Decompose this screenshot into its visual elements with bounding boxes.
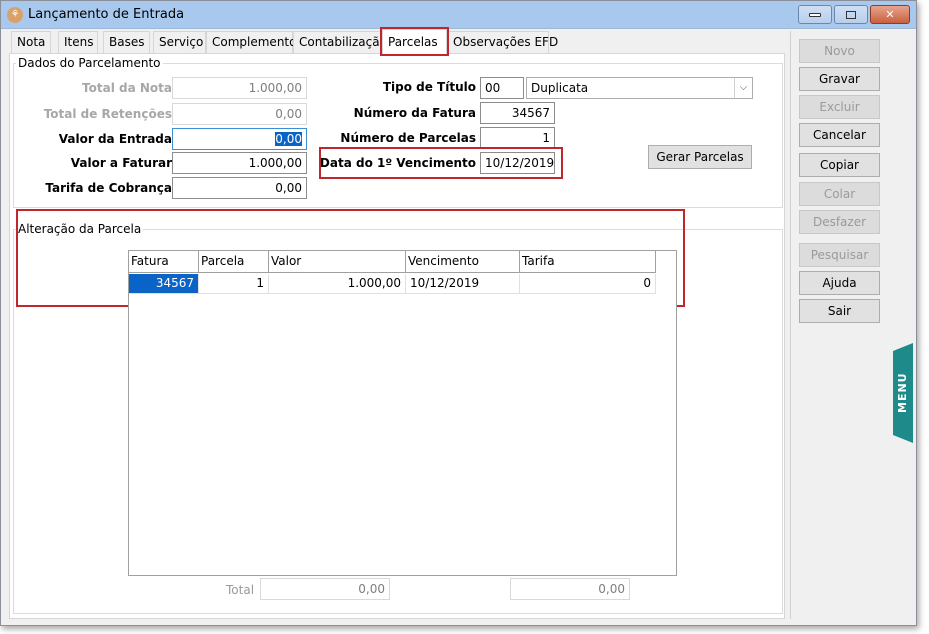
pesquisar-button[interactable]: Pesquisar [799,243,880,267]
tipo-titulo-select[interactable]: Duplicata ⌵ [526,77,753,99]
tab-bases[interactable]: Bases [103,31,150,53]
novo-button[interactable]: Novo [799,39,880,63]
col-header-tarifa[interactable]: Tarifa [520,251,656,273]
tab-nota[interactable]: Nota [11,31,51,53]
valor-entrada-field[interactable]: 0,00 [172,128,307,150]
tab-servico[interactable]: Serviço [153,31,206,53]
minimize-icon [809,13,821,17]
dados-parcelamento-legend: Dados do Parcelamento [18,56,161,70]
numero-parcelas-field[interactable]: 1 [480,127,555,149]
tipo-titulo-code-field[interactable]: 00 [480,77,524,99]
tab-complemento[interactable]: Complemento [206,31,296,53]
total-tarifa-field: 0,00 [510,578,630,600]
valor-faturar-label: Valor a Faturar [70,156,172,170]
parcelas-panel: Dados do Parcelamento Total da Nota 1.00… [9,53,785,619]
gravar-button[interactable]: Gravar [799,67,880,91]
chevron-down-icon[interactable]: ⌵ [734,78,752,98]
menu-tab[interactable]: MENU [893,343,913,443]
total-valor-field: 0,00 [260,578,390,600]
title-bar: ⚘ Lançamento de Entrada ✕ [1,1,916,29]
window-title: Lançamento de Entrada [28,7,185,22]
tab-parcelas[interactable]: Parcelas [380,27,449,56]
close-button[interactable]: ✕ [870,5,910,24]
cancelar-button[interactable]: Cancelar [799,123,880,147]
valor-entrada-label: Valor da Entrada [58,132,172,146]
total-nota-field[interactable]: 1.000,00 [172,77,307,99]
parcelas-grid[interactable]: Fatura Parcela Valor Vencimento Tarifa 3… [128,250,677,576]
numero-parcelas-label: Número de Parcelas [340,131,476,145]
tarifa-cobranca-field[interactable]: 0,00 [172,177,307,199]
sair-button[interactable]: Sair [799,299,880,323]
menu-tab-label: MENU [896,372,909,414]
cell-vencimento[interactable]: 10/12/2019 [406,274,520,294]
col-header-parcela[interactable]: Parcela [199,251,269,273]
tipo-titulo-selected: Duplicata [531,81,589,95]
maximize-icon [846,11,856,19]
numero-fatura-label: Número da Fatura [353,106,476,120]
total-retencoes-label: Total de Retenções [43,107,172,121]
tab-itens[interactable]: Itens [58,31,98,53]
excluir-button[interactable]: Excluir [799,95,880,119]
tipo-titulo-label: Tipo de Título [382,80,476,94]
ajuda-button[interactable]: Ajuda [799,271,880,295]
colar-button[interactable]: Colar [799,182,880,206]
valor-entrada-value: 0,00 [275,132,302,146]
total-nota-label: Total da Nota [82,81,172,95]
tab-observacoes-efd[interactable]: Observações EFD [447,31,558,53]
cell-parcela[interactable]: 1 [199,274,269,294]
cell-fatura[interactable]: 34567 [129,274,199,294]
minimize-button[interactable] [798,5,832,24]
numero-fatura-field[interactable]: 34567 [480,102,555,124]
desfazer-button[interactable]: Desfazer [799,210,880,234]
total-label: Total [226,583,255,597]
data-vencimento-label: Data do 1º Vencimento [319,156,476,170]
total-retencoes-field[interactable]: 0,00 [172,103,307,125]
col-header-valor[interactable]: Valor [269,251,406,273]
tarifa-cobranca-label: Tarifa de Cobrança [45,181,172,195]
main-window: ⚘ Lançamento de Entrada ✕ Nota Itens Bas… [0,0,917,626]
col-header-vencimento[interactable]: Vencimento [406,251,520,273]
gerar-parcelas-button[interactable]: Gerar Parcelas [648,145,752,169]
valor-faturar-field[interactable]: 1.000,00 [172,152,307,174]
app-icon: ⚘ [7,7,23,23]
tab-contabilizacao[interactable]: Contabilização [293,31,387,53]
action-sidebar: Novo Gravar Excluir Cancelar Copiar Cola… [790,31,882,619]
cell-tarifa[interactable]: 0 [520,274,656,294]
cell-valor[interactable]: 1.000,00 [269,274,406,294]
close-icon: ✕ [885,8,895,21]
col-header-fatura[interactable]: Fatura [129,251,199,273]
copiar-button[interactable]: Copiar [799,153,880,177]
data-vencimento-field[interactable]: 10/12/2019 [480,152,555,174]
maximize-button[interactable] [834,5,868,24]
